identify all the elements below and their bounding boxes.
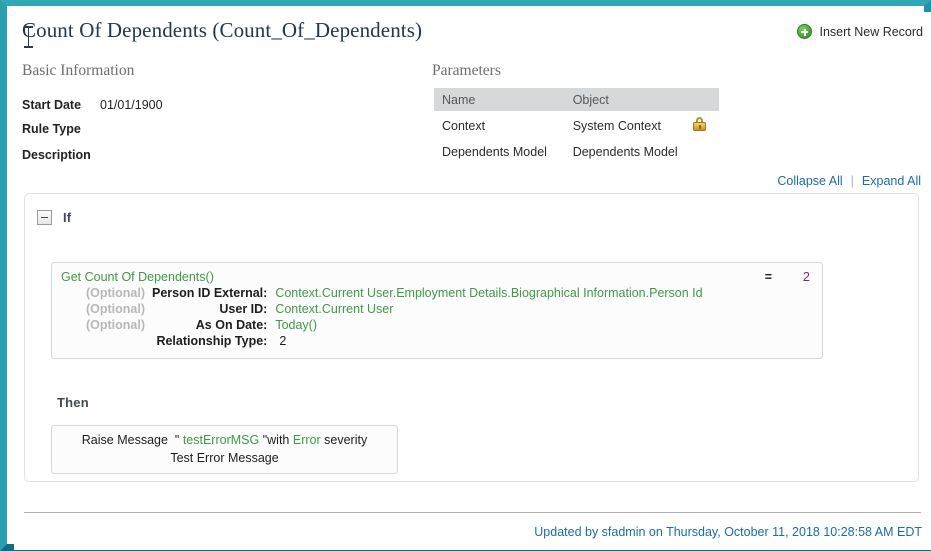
action-severity: Error (292, 433, 321, 447)
column-header-name: Name (434, 88, 565, 111)
field-label-rule-type: Rule Type (22, 122, 81, 136)
argument-row: (Optional) User ID: Context.Current User (61, 301, 703, 317)
parameter-lock-cell (685, 139, 719, 164)
argument-row: (Optional) As On Date: Today() (61, 317, 703, 333)
action-message-key: testErrorMSG (182, 433, 260, 447)
then-keyword: Then (57, 395, 89, 410)
action-severity-word: severity (324, 433, 368, 447)
column-header-lock (685, 88, 719, 111)
argument-row: Relationship Type: 2 (61, 333, 703, 349)
expand-all-link[interactable]: Expand All (862, 174, 921, 188)
argument-value: Context.Current User.Employment Details.… (275, 286, 703, 300)
rule-editor-panel: If Get Count Of Dependents() (Optional) … (24, 193, 919, 482)
condition-arguments: (Optional) Person ID External: Context.C… (61, 285, 703, 349)
link-separator: | (850, 174, 854, 188)
condition-function-name: Get Count Of Dependents() (61, 270, 214, 284)
last-updated-text: Updated by sfadmin on Thursday, October … (534, 525, 922, 539)
if-keyword: If (63, 210, 72, 225)
parameter-object: System Context (572, 118, 661, 133)
parameter-name: Dependents Model (442, 145, 547, 159)
condition-right-operand: 2 (802, 269, 810, 284)
column-header-object: Object (564, 88, 686, 111)
argument-label: User ID: (219, 302, 268, 316)
parameter-name: Context (442, 118, 486, 133)
argument-label: Person ID External: (152, 286, 268, 300)
footer-divider (24, 512, 921, 513)
field-description: Description (22, 148, 100, 162)
insert-new-record-label: Insert New Record (819, 24, 923, 39)
action-box[interactable]: Raise Message " testErrorMSG "with Error… (51, 425, 398, 474)
page-title: Count Of Dependents (Count_Of_Dependents… (22, 18, 423, 42)
basic-information-heading: Basic Information (22, 62, 135, 79)
argument-row: (Optional) Person ID External: Context.C… (61, 285, 703, 301)
table-row: Dependents Model Dependents Model (434, 139, 719, 164)
condition-box[interactable]: Get Count Of Dependents() (Optional) Per… (51, 262, 823, 359)
condition-operator: = (764, 270, 772, 284)
parameters-table: Name Object Context System Context Depen… (434, 88, 719, 164)
argument-optional-flag: (Optional) (85, 318, 145, 332)
argument-optional-flag: (Optional) (85, 286, 145, 300)
lock-icon (693, 117, 707, 131)
argument-value: 2 (279, 334, 287, 348)
action-quote-open: " (174, 433, 180, 447)
argument-optional-flag (61, 333, 152, 349)
plus-circle-icon (797, 24, 813, 39)
table-row: Context System Context (434, 111, 719, 139)
rule-detail-page: Count Of Dependents (Count_Of_Dependents… (14, 12, 931, 550)
argument-label: Relationship Type: (156, 334, 268, 348)
action-verb: Raise Message (81, 433, 168, 447)
app-window-frame: Count Of Dependents (Count_Of_Dependents… (0, 0, 931, 551)
field-rule-type: Rule Type (22, 122, 100, 136)
action-statement: Raise Message " testErrorMSG "with Error… (60, 433, 389, 447)
if-block-header: If (37, 210, 71, 225)
argument-value: Context.Current User (275, 302, 394, 316)
parameters-heading: Parameters (432, 62, 501, 79)
argument-value: Today() (275, 318, 318, 332)
parameter-lock-cell (685, 111, 719, 139)
minus-box-icon[interactable] (37, 210, 52, 225)
parameter-object: Dependents Model (572, 145, 678, 159)
argument-optional-flag: (Optional) (85, 302, 145, 316)
field-label-description: Description (22, 148, 91, 162)
field-start-date: Start Date 01/01/1900 (22, 98, 163, 112)
insert-new-record-button[interactable]: Insert New Record (797, 24, 923, 39)
action-with-word: with (267, 433, 290, 447)
collapse-all-link[interactable]: Collapse All (777, 174, 842, 188)
tree-controls: Collapse All | Expand All (777, 174, 921, 188)
action-message-text: Test Error Message (170, 451, 279, 465)
argument-label: As On Date: (195, 318, 268, 332)
field-value-start-date: 01/01/1900 (100, 98, 163, 112)
table-header-row: Name Object (434, 88, 719, 111)
field-label-start-date: Start Date (22, 98, 82, 112)
